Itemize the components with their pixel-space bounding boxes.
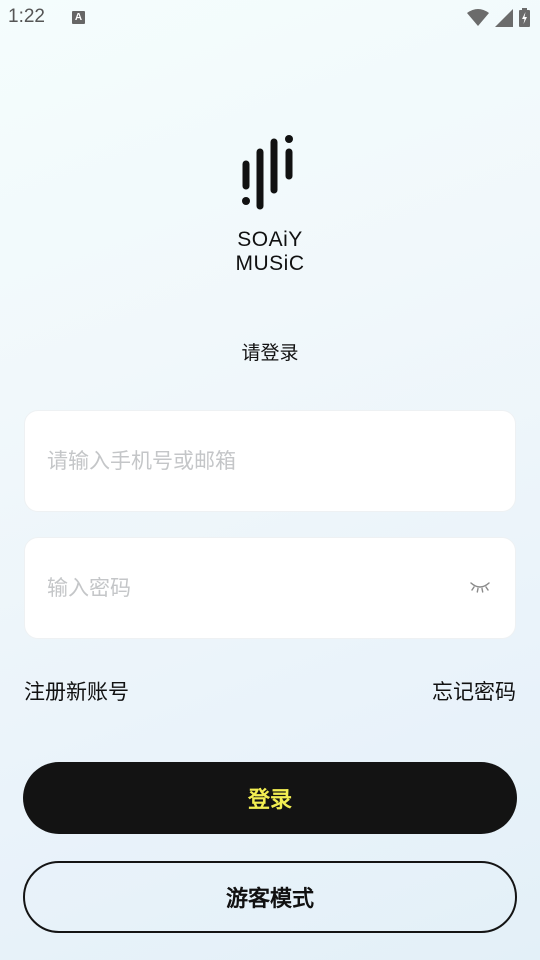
notification-a-icon: A [72, 11, 85, 24]
app-logo: SOAiY MUSiC [200, 130, 340, 275]
battery-charging-icon [519, 8, 530, 27]
logo-mark-icon [242, 135, 293, 210]
status-icons [467, 8, 530, 27]
password-field[interactable] [24, 537, 516, 639]
eye-closed-icon[interactable] [469, 580, 491, 594]
login-button-label: 登录 [247, 788, 292, 813]
status-bar: 1:22 A [0, 0, 540, 36]
register-link[interactable]: 注册新账号 [24, 676, 129, 706]
login-button[interactable]: 登录 [23, 762, 517, 834]
logo-wordmark: SOAiY MUSiC [235, 228, 305, 275]
guest-mode-button-label: 游客模式 [225, 887, 314, 912]
account-input[interactable] [47, 411, 467, 511]
wifi-icon [467, 8, 489, 26]
password-input[interactable] [47, 538, 467, 638]
page-title: 请登录 [241, 342, 299, 364]
account-field[interactable] [24, 410, 516, 512]
status-time: 1:22 [8, 6, 45, 27]
signal-icon [495, 8, 513, 27]
guest-mode-button[interactable]: 游客模式 [23, 861, 517, 933]
forgot-password-link[interactable]: 忘记密码 [432, 676, 516, 706]
